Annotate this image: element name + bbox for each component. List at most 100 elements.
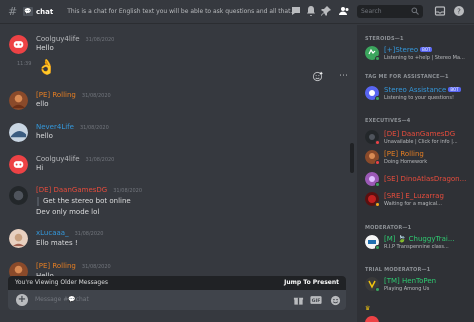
add-reaction-icon[interactable] <box>312 71 323 82</box>
svg-text:GIF: GIF <box>312 298 321 304</box>
app-window: # 💬 chat This is a chat for English text… <box>0 0 474 322</box>
message-timestamp: 31/08/2020 <box>113 188 143 194</box>
status-dot <box>375 245 380 250</box>
message-text: Ello mates ! <box>36 239 78 247</box>
message-timestamp: 31/08/2020 <box>81 264 111 270</box>
author-name[interactable]: Coolguy4life <box>36 155 80 163</box>
user-avatar[interactable] <box>9 229 28 248</box>
message-text: Hi <box>36 164 44 172</box>
members-icon[interactable] <box>338 5 350 17</box>
message-composer[interactable]: + Message #💬chat GIF <box>8 290 346 310</box>
author-name[interactable]: [DE] DaanGamesDG <box>36 186 107 194</box>
more-options-icon[interactable]: ⋯ <box>339 71 348 81</box>
member-activity: R.I.P Transpennine class... <box>384 244 449 250</box>
bot-badge: BOT <box>420 47 433 52</box>
message-timestamp: 31/08/2020 <box>85 37 115 43</box>
older-messages-notice: You're Viewing Older Messages <box>15 279 109 286</box>
quote-bar <box>37 197 39 206</box>
user-avatar[interactable] <box>9 155 28 174</box>
status-dot <box>375 182 380 187</box>
search-placeholder: Search <box>361 8 382 15</box>
member-list: STEROIDS—1 [+]Stereo BOT Listening to +he… <box>357 25 474 322</box>
channel-topic[interactable]: This is a chat for English text you will… <box>67 8 295 15</box>
search-input[interactable]: Search <box>357 5 423 18</box>
member-item[interactable]: [TM] HenToPen Playing Among Us <box>365 276 470 294</box>
user-avatar[interactable] <box>9 35 28 54</box>
message-timestamp: 31/08/2020 <box>79 125 109 131</box>
member-activity: Doing Homework <box>384 159 428 165</box>
message-author[interactable]: [DE] DaanGamesDG 31/08/2020 <box>36 186 142 195</box>
member-activity: Waiting for a magical... <box>384 201 442 207</box>
message-quote-text: Get the stereo bot online <box>43 197 131 205</box>
upload-plus-icon[interactable]: + <box>16 294 28 306</box>
message-author[interactable]: Coolguy4life 31/08/2020 <box>36 155 114 164</box>
bot-badge: BOT <box>448 87 461 92</box>
role-header: EXECUTIVES—4 <box>365 118 411 124</box>
message-list: Coolguy4life 31/08/2020 Hello ⋯ 11:39 👌 [… <box>0 25 355 287</box>
message-author[interactable]: Never4Life 31/08/2020 <box>36 123 109 132</box>
member-activity: Unavailable | Click for info |... <box>384 139 458 145</box>
member-name: Stereo Assistance <box>384 86 447 94</box>
status-dot <box>375 56 380 61</box>
user-avatar[interactable] <box>9 186 28 205</box>
member-item[interactable]: [SE] DinoAtlasDragon... <box>365 171 470 189</box>
member-item[interactable]: [PE] Rolling Doing Homework <box>365 149 470 167</box>
member-activity: Listening to your questions! <box>384 95 454 101</box>
role-header: STEROIDS—1 <box>365 36 404 42</box>
gift-icon[interactable] <box>293 295 304 306</box>
threads-icon[interactable] <box>290 5 302 17</box>
author-name[interactable]: xLucaaa_ <box>36 229 69 237</box>
role-header: MODERATOR—1 <box>365 225 412 231</box>
author-name[interactable]: [PE] Rolling <box>36 91 76 99</box>
search-icon <box>411 7 419 15</box>
message-author[interactable]: [PE] Rolling 31/08/2020 <box>36 262 111 271</box>
message-timestamp: 31/08/2020 <box>74 231 104 237</box>
member-item[interactable]: [DE] DaanGamesDG Unavailable | Click for… <box>365 129 470 147</box>
status-dot <box>375 202 380 207</box>
member-name: [PE] Rolling <box>384 150 424 158</box>
member-item[interactable]: [+]Stereo BOT Listening to +help | Stereo… <box>365 45 470 63</box>
gif-icon[interactable]: GIF <box>310 295 322 305</box>
message-author[interactable]: xLucaaa_ 31/08/2020 <box>36 229 103 238</box>
inbox-icon[interactable] <box>434 5 446 17</box>
status-dot <box>375 160 380 165</box>
older-messages-bar[interactable]: You're Viewing Older Messages Jump To Pr… <box>8 276 346 290</box>
member-item[interactable]: [M] 🍃 ChuggyTrai... R.I.P Transpennine c… <box>365 234 470 252</box>
member-item[interactable]: [SRE] E_Luzarrag Waiting for a magical..… <box>365 191 470 209</box>
pin-icon[interactable] <box>320 5 332 17</box>
help-icon[interactable]: ? <box>453 5 465 17</box>
author-name[interactable]: Coolguy4life <box>36 35 80 43</box>
role-header: TAG ME FOR ASSISTANCE—1 <box>365 74 449 80</box>
message-text: hello <box>36 132 53 140</box>
user-avatar[interactable] <box>9 123 28 142</box>
svg-text:?: ? <box>457 8 461 16</box>
composer-placeholder: Message #💬chat <box>35 296 89 303</box>
status-dot <box>375 287 380 292</box>
scrollbar-thumb[interactable] <box>350 143 354 173</box>
channel-header: # 💬 chat This is a chat for English text… <box>0 0 474 24</box>
message-toolbar: ⋯ <box>312 69 348 83</box>
author-name[interactable]: Never4Life <box>36 123 74 131</box>
hash-icon: # <box>8 4 18 18</box>
jump-to-present-button[interactable]: Jump To Present <box>284 279 339 286</box>
author-name[interactable]: [PE] Rolling <box>36 262 76 270</box>
message-text: Dev only mode lol <box>36 208 100 216</box>
emoji-picker-icon[interactable] <box>330 295 341 306</box>
member-name-row: [+]Stereo BOT <box>384 46 470 54</box>
member-item[interactable]: Stereo Assistance BOT Listening to your q… <box>365 85 470 103</box>
bell-icon[interactable] <box>305 5 317 17</box>
message-text: Hello <box>36 44 54 52</box>
role-header: TRIAL MODERATOR—1 <box>365 267 431 273</box>
message-author[interactable]: Coolguy4life 31/08/2020 <box>36 35 114 44</box>
status-dot <box>375 140 380 145</box>
member-name: [M] 🍃 ChuggyTrai... <box>384 235 455 243</box>
message-author[interactable]: [PE] Rolling 31/08/2020 <box>36 91 111 100</box>
member-name: [+]Stereo <box>384 46 419 54</box>
message-text: ello <box>36 100 49 108</box>
member-activity: Playing Among Us <box>384 286 430 292</box>
channel-name: chat <box>36 7 54 16</box>
member-name-row: Stereo Assistance BOT <box>384 86 470 94</box>
member-name: [DE] DaanGamesDG <box>384 130 456 138</box>
user-avatar[interactable] <box>9 91 28 110</box>
member-name: [SRE] E_Luzarrag <box>384 192 444 200</box>
